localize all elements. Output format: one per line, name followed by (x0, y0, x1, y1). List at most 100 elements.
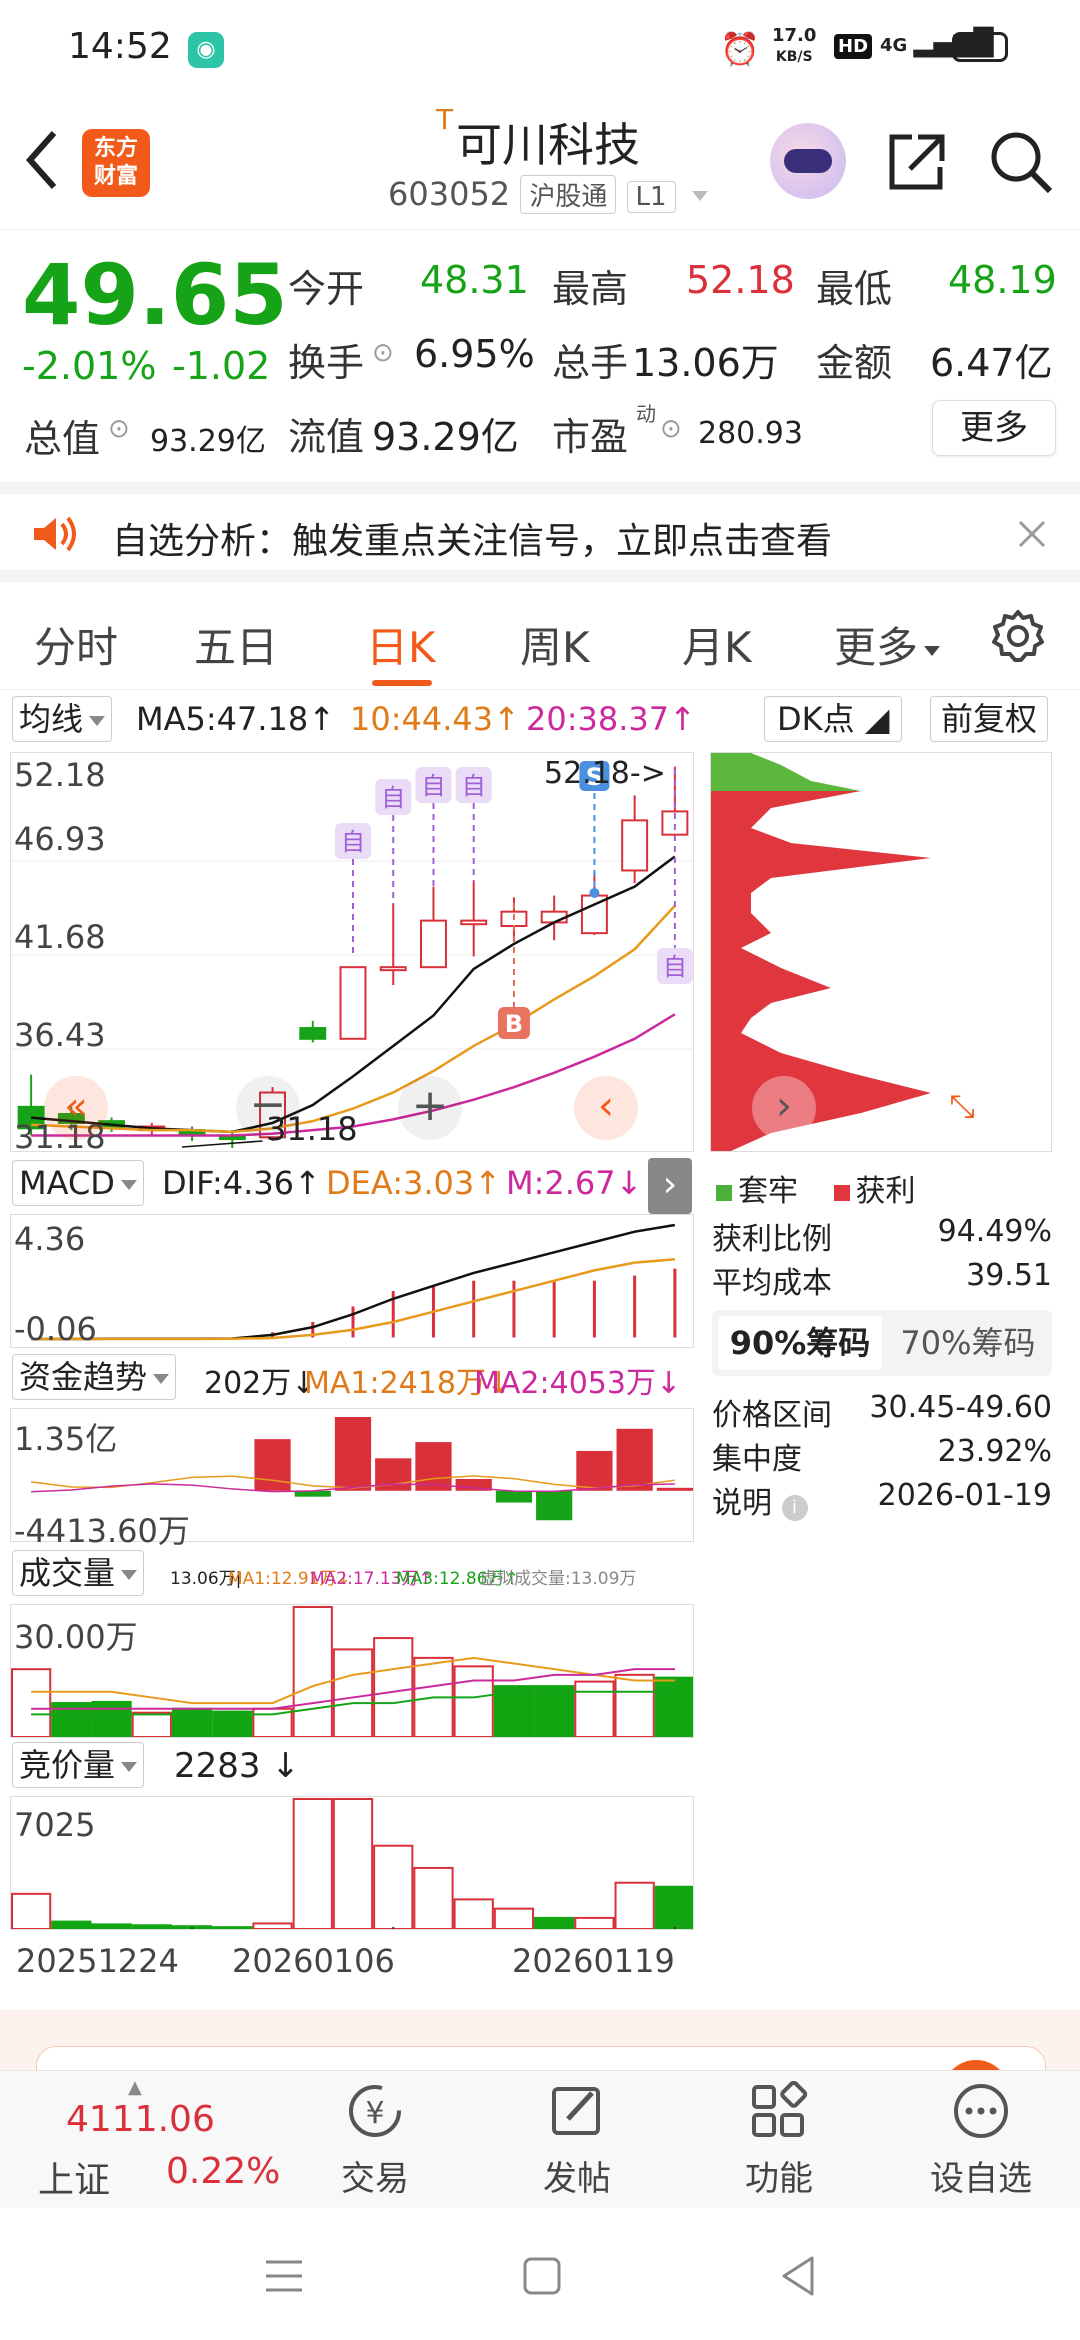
tab-chip-90[interactable]: 90%筹码 (718, 1316, 882, 1370)
grid-apps-icon (752, 2080, 808, 2137)
home-square-icon[interactable] (522, 2256, 562, 2300)
code-dropdown-icon (691, 191, 708, 201)
pe-info-icon[interactable]: ⊙ (660, 414, 682, 444)
chip-stats-2: 价格区间 30.45-49.60 集中度 23.92% 说明 i 2026-01-19 (712, 1390, 1052, 1522)
tab-more-caret-icon (924, 645, 941, 656)
nav-add-watchlist-label: 设自选 (930, 2159, 1032, 2199)
chat-app-icon: ◉ (188, 32, 224, 68)
tab-weekly-k[interactable]: 周K (520, 614, 590, 675)
chip-trapped-band (711, 753, 781, 765)
mcap-label: 总值 (24, 417, 101, 461)
pe-value: 280.93 (698, 416, 803, 451)
mcap-info-icon[interactable]: ⊙ (108, 414, 130, 444)
info-icon[interactable]: i (781, 1495, 808, 1521)
turnover-info-icon[interactable]: ⊙ (372, 338, 394, 368)
macd-selector[interactable]: MACD (12, 1160, 144, 1206)
settings-gear-icon[interactable] (990, 608, 1046, 668)
chip-trapped-band (711, 765, 811, 781)
fund-bar (616, 1428, 653, 1491)
fund-selector[interactable]: 资金趋势 (12, 1354, 177, 1400)
eastmoney-logo[interactable]: 东方 财富 (82, 129, 150, 197)
ma20-value: 20:38.37↑ (526, 700, 696, 738)
tab-monthly-k[interactable]: 月K (682, 614, 752, 675)
step-left-button[interactable]: ‹ (574, 1076, 638, 1140)
index-ticker[interactable]: ▲ 4111.06 上证 0.22% (0, 2071, 280, 2209)
tab-more[interactable]: 更多 (834, 614, 941, 675)
collapse-panel-button[interactable]: › (648, 1158, 692, 1214)
fund-ma2: MA2:4053万↓ (474, 1366, 682, 1401)
nav-functions[interactable]: 功能 (704, 2080, 854, 2207)
chip-row: 获利比例 94.49% (712, 1214, 1052, 1257)
zoom-out-button[interactable]: − (236, 1076, 300, 1140)
stock-code-row[interactable]: 603052 沪股通 L1 (388, 175, 708, 214)
legend-trapped-swatch (716, 1185, 732, 1201)
volume-selector[interactable]: 成交量 (12, 1550, 145, 1596)
signal-tag-zi: 自 (462, 772, 486, 800)
chip-row: 价格区间 30.45-49.60 (712, 1390, 1052, 1433)
nav-post[interactable]: 发帖 (502, 2081, 652, 2207)
back-triangle-icon[interactable] (778, 2254, 818, 2302)
legend-profit-swatch (833, 1185, 850, 1201)
macd-chart[interactable] (10, 1214, 694, 1348)
level-badge: L1 (626, 181, 676, 213)
ma-selector[interactable]: 均线 (12, 696, 113, 742)
chip-row: 说明 i 2026-01-19 (712, 1478, 1052, 1521)
change-amount: -1.02 (172, 344, 271, 388)
auction-bar (212, 1926, 253, 1929)
volume-bar (373, 1637, 414, 1737)
zoom-in-button[interactable]: + (398, 1076, 462, 1140)
auction-selector[interactable]: 竞价量 (12, 1742, 145, 1788)
search-icon[interactable] (988, 129, 1054, 199)
period-tabs: 分时 五日 日K 周K 月K 更多 (0, 584, 1080, 690)
fund-bar (576, 1450, 613, 1491)
chip-expand-button[interactable]: ⤡ (930, 1076, 994, 1140)
price-label-2: 46.93 (14, 820, 106, 858)
battery-icon: 58 (952, 32, 1008, 62)
recents-menu-icon[interactable] (262, 2258, 306, 2298)
chip-profit-band (711, 878, 771, 893)
fund-bar (495, 1490, 533, 1503)
fund-bar (254, 1439, 291, 1491)
chip-profit-band (711, 1133, 771, 1151)
auction-value: 2283 ↓ (174, 1746, 300, 1786)
buy-tag-b: B (505, 1010, 523, 1038)
auction-bar (11, 1892, 52, 1929)
auction-bar (534, 1916, 575, 1929)
auction-bar (131, 1924, 172, 1929)
auction-bar (373, 1844, 414, 1929)
chip-profit-band (711, 933, 771, 948)
volume-bar (534, 1685, 575, 1737)
tab-daily-k[interactable]: 日K (366, 614, 436, 675)
close-icon[interactable] (1016, 518, 1048, 554)
auction-chart[interactable] (10, 1796, 694, 1930)
scroll-left-button[interactable]: « (44, 1076, 108, 1140)
tab-chip-70[interactable]: 70%筹码 (888, 1316, 1048, 1370)
nav-trade[interactable]: ¥ 交易 (300, 2081, 450, 2207)
sell-signal-dot (589, 888, 600, 898)
chip-profit-band (711, 828, 791, 843)
legend-trapped: 套牢 (738, 1174, 798, 1209)
share-icon[interactable] (884, 131, 948, 199)
macd-dif: DIF:4.36↑ (162, 1164, 321, 1202)
dk-point-button[interactable]: DK点 ◢ (764, 696, 903, 742)
edit-icon (552, 2087, 600, 2135)
robot-assistant-icon[interactable] (770, 123, 846, 199)
macd-dea: DEA:3.03↑ (326, 1164, 502, 1202)
candle-body (339, 966, 367, 1040)
notice-bar[interactable]: 自选分析：触发重点关注信号，立即点击查看 (0, 482, 1080, 582)
volume-bar (292, 1606, 333, 1737)
more-button[interactable]: 更多 (932, 400, 1056, 456)
svg-text:¥: ¥ (365, 2096, 384, 2131)
nav-post-label: 发帖 (543, 2159, 611, 2199)
amount-value: 6.47亿 (930, 341, 1053, 385)
tab-five-day[interactable]: 五日 (194, 614, 278, 675)
volume-legend: 成交量 13.06万| MA1:12.91万↓ MA2:17.13万↑ MA3:… (10, 1550, 694, 1600)
tab-intraday[interactable]: 分时 (34, 614, 118, 675)
chip-prev-button[interactable]: › (752, 1076, 816, 1140)
chip-tab-switch: 90%筹码 70%筹码 (712, 1310, 1052, 1376)
adjust-button[interactable]: 前复权 (930, 696, 1049, 742)
back-arrow-icon[interactable] (22, 125, 62, 199)
more-dots-icon (954, 2084, 1008, 2138)
nav-add-watchlist[interactable]: 设自选 (906, 2081, 1056, 2207)
chip-legend: 套牢 获利 (716, 1166, 916, 1210)
